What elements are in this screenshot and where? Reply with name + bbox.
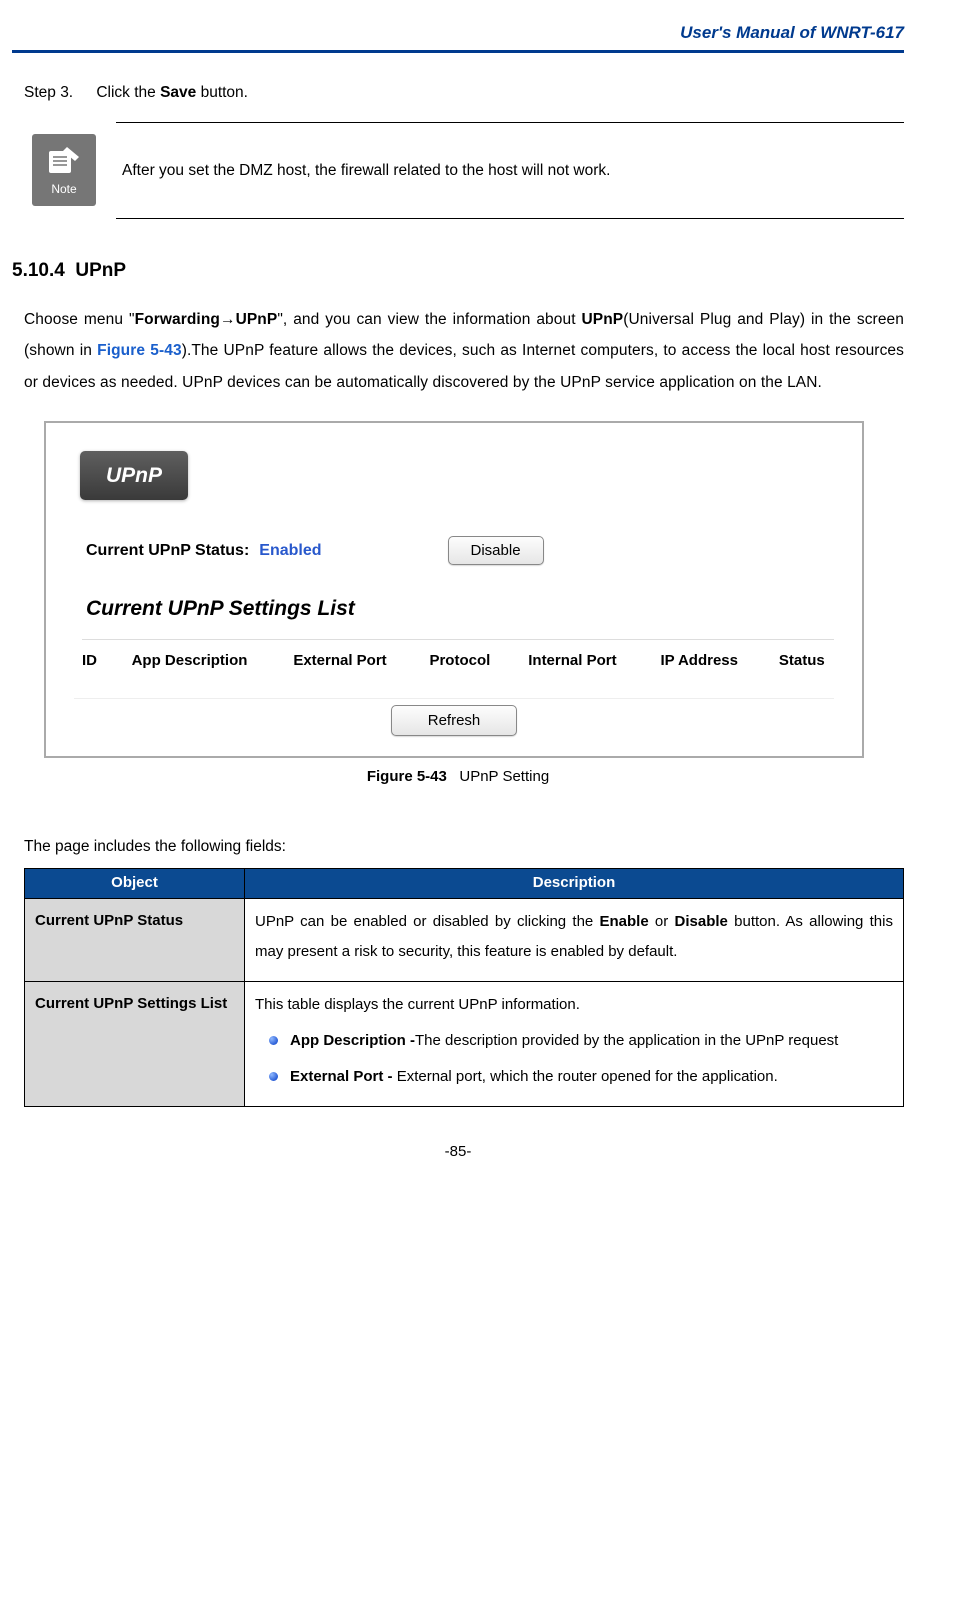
- note-callout: Note After you set the DMZ host, the fir…: [32, 122, 904, 219]
- figure-caption: Figure 5-43 UPnP Setting: [12, 766, 904, 789]
- step-instruction: Step 3. Click the Save button.: [12, 81, 904, 104]
- table-row: Current UPnP Status UPnP can be enabled …: [25, 898, 904, 981]
- th-object: Object: [25, 869, 245, 899]
- section-heading: 5.10.4 UPnP: [12, 257, 904, 286]
- col-app-description: App Description: [132, 650, 270, 673]
- refresh-button[interactable]: Refresh: [391, 705, 518, 736]
- step-text-b: button.: [196, 84, 248, 101]
- col-id: ID: [82, 650, 108, 673]
- intro-paragraph: Choose menu "Forwarding→UPnP", and you c…: [12, 304, 904, 399]
- pencil-paper-icon: [45, 143, 83, 177]
- figure-link[interactable]: Figure 5-43: [97, 342, 182, 359]
- section-title: UPnP: [75, 260, 126, 281]
- note-text: After you set the DMZ host, the firewall…: [116, 122, 904, 219]
- settings-table-header: ID App Description External Port Protoco…: [82, 639, 834, 673]
- status-label: Current UPnP Status:: [86, 539, 249, 563]
- obj-cell: Current UPnP Status: [25, 898, 245, 981]
- page-header: User's Manual of WNRT-617: [12, 20, 904, 53]
- section-number: 5.10.4: [12, 260, 65, 281]
- col-status: Status: [779, 650, 834, 673]
- col-ip-address: IP Address: [660, 650, 754, 673]
- page-number: -85-: [12, 1141, 904, 1164]
- upnp-screenshot: UPnP Current UPnP Status: Enabled Disabl…: [44, 421, 864, 759]
- disable-button[interactable]: Disable: [448, 536, 544, 565]
- fields-intro-text: The page includes the following fields:: [12, 835, 904, 858]
- note-icon-label: Note: [51, 180, 76, 198]
- bullet-icon: [269, 1072, 278, 1081]
- desc-cell: This table displays the current UPnP inf…: [245, 981, 904, 1106]
- status-value: Enabled: [259, 539, 321, 563]
- list-item: App Description -The description provide…: [255, 1026, 893, 1056]
- table-row: Current UPnP Settings List This table di…: [25, 981, 904, 1106]
- col-internal-port: Internal Port: [528, 650, 636, 673]
- status-row: Current UPnP Status: Enabled Disable: [86, 536, 834, 565]
- panel-title: UPnP: [80, 451, 188, 501]
- step-number: Step 3.: [24, 81, 92, 104]
- fields-table: Object Description Current UPnP Status U…: [24, 868, 904, 1107]
- screenshot-footer: Refresh: [74, 698, 834, 736]
- obj-cell: Current UPnP Settings List: [25, 981, 245, 1106]
- col-protocol: Protocol: [429, 650, 504, 673]
- desc-cell: UPnP can be enabled or disabled by click…: [245, 898, 904, 981]
- settings-list-title: Current UPnP Settings List: [86, 593, 834, 625]
- bullet-icon: [269, 1036, 278, 1045]
- list-item: External Port - External port, which the…: [255, 1062, 893, 1092]
- step-text-a: Click the: [96, 84, 160, 101]
- col-external-port: External Port: [293, 650, 405, 673]
- th-description: Description: [245, 869, 904, 899]
- note-icon: Note: [32, 134, 96, 206]
- step-text-bold: Save: [160, 84, 196, 101]
